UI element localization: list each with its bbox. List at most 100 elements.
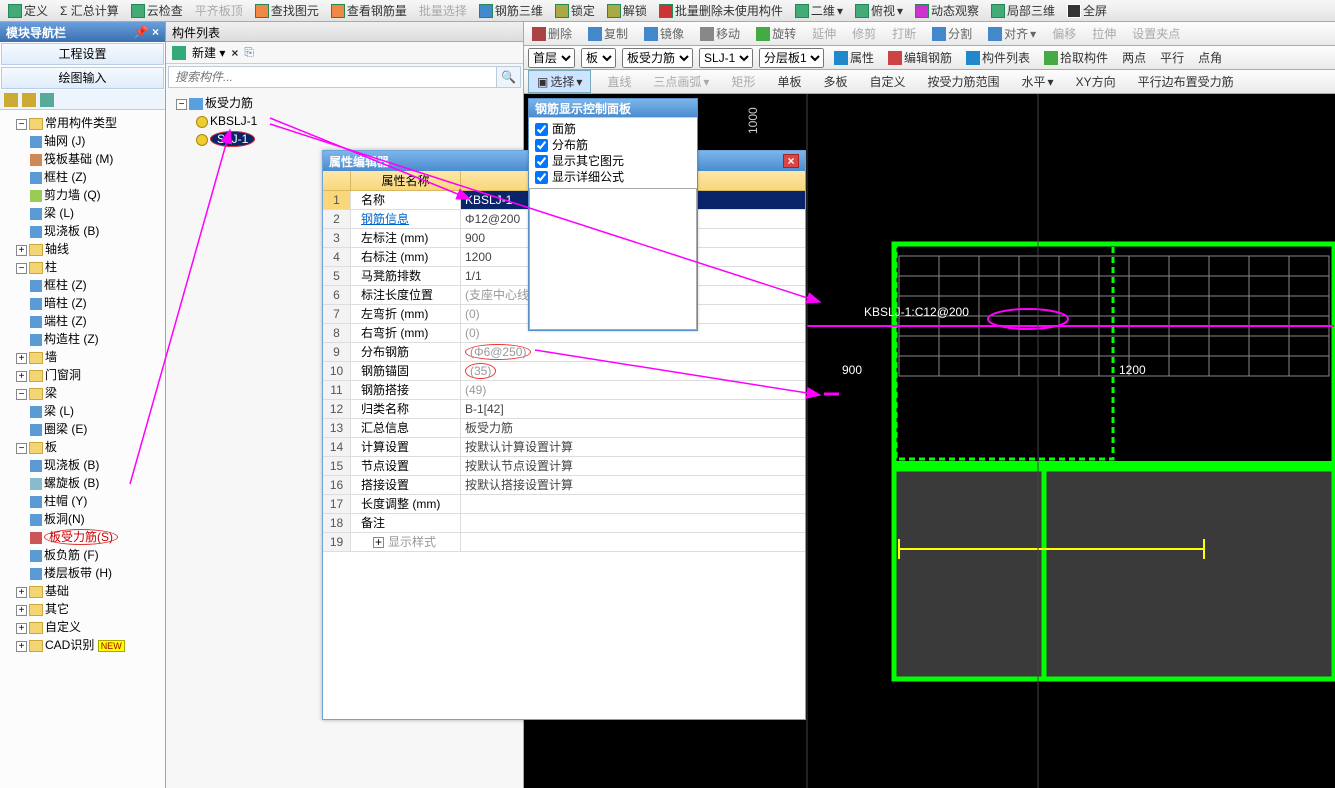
- component-select[interactable]: SLJ-1: [699, 48, 753, 68]
- tb4-select[interactable]: ▣ 选择 ▾: [528, 70, 591, 93]
- tb1-define[interactable]: 定义: [4, 1, 52, 20]
- search-button[interactable]: 🔍: [497, 66, 521, 88]
- tb1-batch-sel[interactable]: 批量选择: [415, 1, 471, 20]
- tree-col-cat[interactable]: −柱 框柱 (Z) 暗柱 (Z) 端柱 (Z) 构造柱 (Z): [16, 258, 163, 348]
- tree-slab-neg[interactable]: 板负筋 (F): [30, 546, 163, 564]
- tree-slab-strip[interactable]: 楼层板带 (H): [30, 564, 163, 582]
- prop-value[interactable]: (35): [461, 362, 805, 380]
- comp-root[interactable]: 板受力筋: [205, 96, 253, 110]
- tree-axis-cat[interactable]: +轴线: [16, 240, 163, 258]
- tb1-cloud[interactable]: 云检查: [127, 1, 187, 20]
- tree-beam1[interactable]: 梁 (L): [30, 402, 163, 420]
- tb2-align[interactable]: 对齐 ▾: [984, 24, 1040, 43]
- tb1-lock[interactable]: 锁定: [551, 1, 599, 20]
- tree-beam2[interactable]: 圈梁 (E): [30, 420, 163, 438]
- tb4-xy[interactable]: XY方向: [1070, 72, 1122, 91]
- comp-item-1[interactable]: KBSLJ-1: [196, 112, 513, 130]
- tb1-rebar3d[interactable]: 钢筋三维: [475, 1, 547, 20]
- tree-beam-cat[interactable]: −梁 梁 (L) 圈梁 (E): [16, 384, 163, 438]
- prop-row-19[interactable]: 19+显示样式: [323, 533, 805, 552]
- chk-other[interactable]: 显示其它图元: [535, 153, 691, 169]
- chk-dist[interactable]: 分布筋: [535, 137, 691, 153]
- tree-slab4[interactable]: 板洞(N): [30, 510, 163, 528]
- tb2-offset[interactable]: 偏移: [1048, 24, 1080, 43]
- expand-icon[interactable]: +: [16, 587, 27, 598]
- prop-row-12[interactable]: 12归类名称B-1[42]: [323, 400, 805, 419]
- expand-all-icon[interactable]: [4, 93, 18, 107]
- expand-icon[interactable]: +: [373, 537, 384, 548]
- tb1-batch-del[interactable]: 批量删除未使用构件: [655, 1, 787, 20]
- tb1-sum[interactable]: Σ 汇总计算: [56, 1, 123, 20]
- tb4-horz[interactable]: 水平 ▾: [1016, 72, 1060, 91]
- tree-slab-rebar[interactable]: 板受力筋(S): [30, 528, 163, 546]
- prop-value[interactable]: [461, 533, 805, 551]
- expand-icon[interactable]: −: [16, 119, 27, 130]
- tb4-rect[interactable]: 矩形: [725, 72, 761, 91]
- tree-col-hidden[interactable]: 暗柱 (Z): [30, 294, 163, 312]
- tb2-del[interactable]: 删除: [528, 24, 576, 43]
- tb2-grip[interactable]: 设置夹点: [1128, 24, 1184, 43]
- tb1-unlock[interactable]: 解锁: [603, 1, 651, 20]
- prop-value[interactable]: B-1[42]: [461, 400, 805, 418]
- tb2-break[interactable]: 打断: [888, 24, 920, 43]
- subcat-select[interactable]: 板受力筋: [622, 48, 693, 68]
- tb2-trim[interactable]: 修剪: [848, 24, 880, 43]
- comp-item-2[interactable]: SLJ-1: [196, 130, 513, 148]
- tb2-mirror[interactable]: 镜像: [640, 24, 688, 43]
- tree-item-beam[interactable]: 梁 (L): [30, 204, 163, 222]
- prop-value[interactable]: (Φ6@250): [461, 343, 805, 361]
- prop-row-13[interactable]: 13汇总信息板受力筋: [323, 419, 805, 438]
- search-input[interactable]: [168, 66, 497, 88]
- tb4-line[interactable]: 直线: [601, 72, 637, 91]
- tb1-orbit[interactable]: 动态观察: [911, 1, 983, 20]
- expand-icon[interactable]: +: [16, 353, 27, 364]
- chk-dist-input[interactable]: [535, 139, 548, 152]
- tb2-rotate[interactable]: 旋转: [752, 24, 800, 43]
- expand-icon[interactable]: +: [16, 641, 27, 652]
- prop-row-9[interactable]: 9分布钢筋(Φ6@250): [323, 343, 805, 362]
- tb4-single[interactable]: 单板: [771, 72, 807, 91]
- tree-slab2[interactable]: 螺旋板 (B): [30, 474, 163, 492]
- tb2-split[interactable]: 分割: [928, 24, 976, 43]
- pin-icon[interactable]: 📌 ×: [134, 25, 159, 39]
- tree-item-raft[interactable]: 筏板基础 (M): [30, 150, 163, 168]
- tree-door-cat[interactable]: +门窗洞: [16, 366, 163, 384]
- prop-row-16[interactable]: 16搭接设置按默认搭接设置计算: [323, 476, 805, 495]
- prop-row-17[interactable]: 17长度调整 (mm): [323, 495, 805, 514]
- tree-wall-cat[interactable]: +墙: [16, 348, 163, 366]
- prop-value[interactable]: (49): [461, 381, 805, 399]
- expand-icon[interactable]: +: [16, 245, 27, 256]
- new-button[interactable]: 新建 ▾: [192, 44, 225, 61]
- tree-cad[interactable]: +CAD识别 NEW: [16, 636, 163, 655]
- prop-value[interactable]: 板受力筋: [461, 419, 805, 437]
- tb3-twopoint[interactable]: 两点: [1118, 48, 1150, 67]
- expand-icon[interactable]: −: [16, 443, 27, 454]
- prop-value[interactable]: [461, 495, 805, 513]
- floor-select[interactable]: 首层: [528, 48, 575, 68]
- expand-icon[interactable]: −: [16, 389, 27, 400]
- tb3-prop[interactable]: 属性: [830, 48, 878, 67]
- tb1-find[interactable]: 查找图元: [251, 1, 323, 20]
- tree-item-slab[interactable]: 现浇板 (B): [30, 222, 163, 240]
- new-icon[interactable]: [172, 46, 186, 60]
- chk-formula[interactable]: 显示详细公式: [535, 169, 691, 185]
- tb3-ptangle[interactable]: 点角: [1194, 48, 1226, 67]
- category-select[interactable]: 板: [581, 48, 616, 68]
- delete-button[interactable]: ×: [231, 46, 238, 60]
- tb1-flat[interactable]: 平齐板顶: [191, 1, 247, 20]
- tree-custom[interactable]: +自定义: [16, 618, 163, 636]
- tree-common[interactable]: −常用构件类型 轴网 (J) 筏板基础 (M) 框柱 (Z) 剪力墙 (Q) 梁…: [16, 114, 163, 240]
- tree-other[interactable]: +其它: [16, 600, 163, 618]
- prop-value[interactable]: 按默认计算设置计算: [461, 438, 805, 456]
- refresh-icon[interactable]: [40, 93, 54, 107]
- tree-item-framecol[interactable]: 框柱 (Z): [30, 168, 163, 186]
- prop-row-18[interactable]: 18备注: [323, 514, 805, 533]
- prop-value[interactable]: [461, 514, 805, 532]
- tb4-arc[interactable]: 三点画弧 ▾: [647, 72, 715, 91]
- nav-tab-draw[interactable]: 绘图输入: [1, 67, 164, 89]
- tb1-2d[interactable]: 二维 ▾: [791, 1, 847, 20]
- tree-item-axis[interactable]: 轴网 (J): [30, 132, 163, 150]
- tb1-rebar-qty[interactable]: 查看钢筋量: [327, 1, 411, 20]
- chk-top[interactable]: 面筋: [535, 121, 691, 137]
- prop-row-15[interactable]: 15节点设置按默认节点设置计算: [323, 457, 805, 476]
